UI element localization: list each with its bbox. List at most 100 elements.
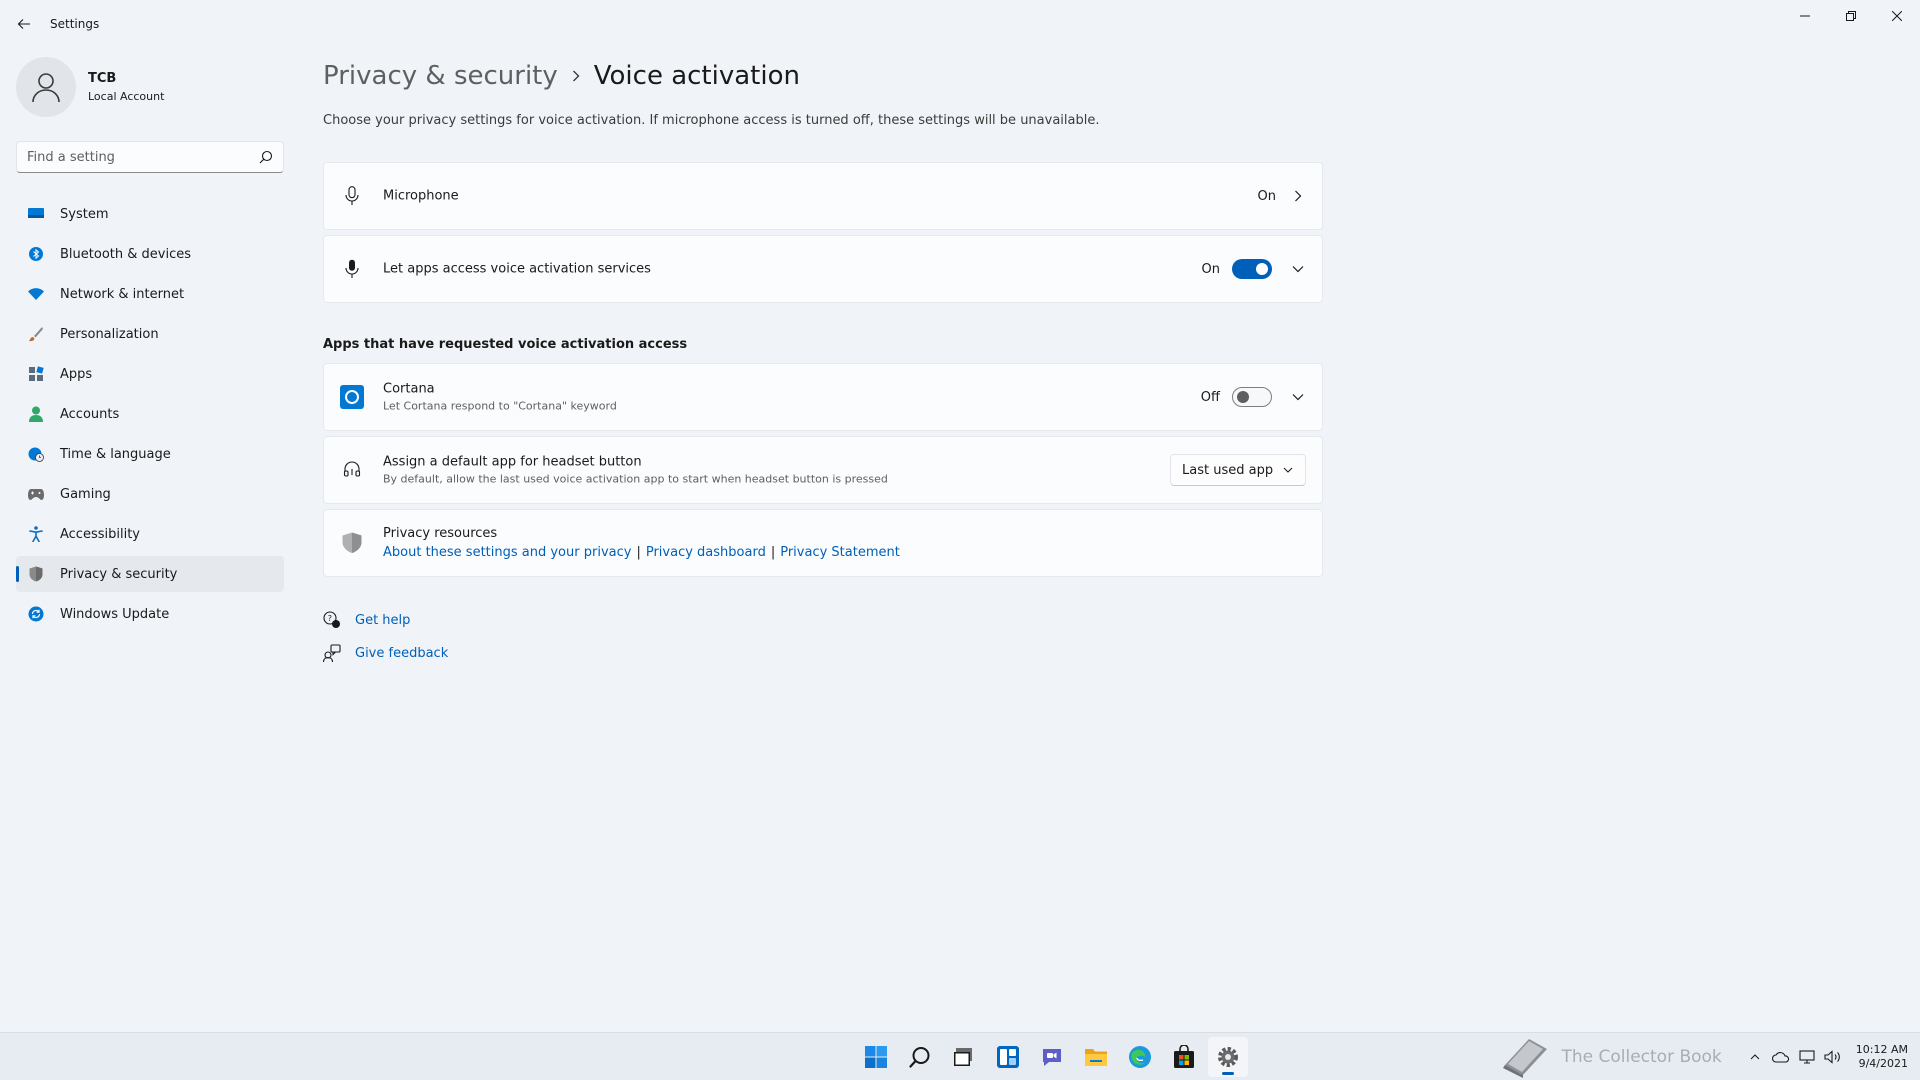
microphone-text: Microphone (383, 189, 459, 204)
globe-clock-icon (28, 446, 44, 462)
sidebar-item-network[interactable]: Network & internet (16, 276, 284, 312)
privacy-resources-text: Privacy resources About these settings a… (383, 526, 900, 560)
system-tray: The Collector Book 10:12 AM 9/4/2021 (1499, 1033, 1908, 1080)
sidebar-item-label: Accessibility (60, 526, 140, 542)
profile-name: TCB (88, 71, 117, 86)
sidebar-item-time-language[interactable]: Time & language (16, 436, 284, 472)
sidebar-item-gaming[interactable]: Gaming (16, 476, 284, 512)
system-icon (28, 206, 44, 222)
chevron-up-icon[interactable] (1746, 1048, 1764, 1066)
headset-app-dropdown[interactable]: Last used app (1170, 454, 1306, 486)
headset-subtitle: By default, allow the last used voice ac… (383, 472, 888, 486)
chevron-down-icon[interactable] (1288, 387, 1308, 407)
settings-button[interactable] (1208, 1037, 1248, 1077)
sidebar-item-personalization[interactable]: Personalization (16, 316, 284, 352)
help-chat-icon: ? (323, 611, 341, 629)
widgets-button[interactable] (988, 1037, 1028, 1077)
volume-icon[interactable] (1824, 1048, 1842, 1066)
privacy-links: About these settings and your privacy | … (383, 545, 900, 560)
back-button[interactable] (12, 12, 36, 36)
accessibility-icon (28, 526, 44, 542)
user-profile[interactable]: TCB Local Account (16, 56, 164, 118)
about-settings-link[interactable]: About these settings and your privacy (383, 545, 631, 560)
cortana-toggle[interactable] (1232, 387, 1272, 407)
privacy-dashboard-link[interactable]: Privacy dashboard (646, 545, 766, 560)
give-feedback-link[interactable]: Give feedback (323, 644, 448, 662)
restore-button[interactable] (1828, 0, 1874, 32)
task-view-button[interactable] (944, 1037, 984, 1077)
store-button[interactable] (1164, 1037, 1204, 1077)
headset-text: Assign a default app for headset button … (383, 455, 888, 486)
chevron-right-icon[interactable] (1288, 186, 1308, 206)
close-button[interactable] (1874, 0, 1920, 32)
microphone-title: Microphone (383, 188, 459, 204)
update-icon (28, 606, 44, 622)
network-icon[interactable] (1798, 1048, 1816, 1066)
link-separator: | (770, 545, 776, 560)
page-description: Choose your privacy settings for voice a… (323, 113, 1100, 128)
search-icon[interactable] (259, 150, 273, 164)
cortana-controls: Off (1201, 387, 1308, 407)
minimize-icon (1800, 15, 1810, 17)
microphone-state: On (1257, 188, 1276, 204)
voice-activation-microphone-icon (342, 259, 362, 279)
feedback-icon (323, 644, 341, 662)
voice-activation-state: On (1201, 261, 1220, 277)
edge-icon (1129, 1046, 1151, 1068)
widgets-icon (997, 1046, 1019, 1068)
link-separator: | (636, 545, 641, 560)
microphone-right: On (1258, 186, 1308, 206)
file-explorer-button[interactable] (1076, 1037, 1116, 1077)
voice-activation-toggle[interactable] (1232, 259, 1272, 279)
sidebar-item-privacy-security[interactable]: Privacy & security (16, 556, 284, 592)
start-button[interactable] (856, 1037, 896, 1077)
privacy-statement-link[interactable]: Privacy Statement (780, 545, 900, 560)
sidebar-item-label: Bluetooth & devices (60, 246, 191, 262)
chevron-down-icon (1283, 467, 1293, 473)
chat-button[interactable] (1032, 1037, 1072, 1077)
cortana-state: Off (1200, 389, 1220, 405)
sidebar-item-apps[interactable]: Apps (16, 356, 284, 392)
get-help-link[interactable]: ? Get help (323, 611, 410, 629)
sidebar-item-windows-update[interactable]: Windows Update (16, 596, 284, 632)
sidebar-item-system[interactable]: System (16, 196, 284, 232)
cortana-ring (345, 390, 359, 404)
apps-icon (28, 366, 44, 382)
dropdown-selected-value: Last used app (1182, 462, 1274, 478)
onedrive-icon[interactable] (1771, 1048, 1790, 1066)
restore-icon (1846, 11, 1856, 21)
clock[interactable]: 10:12 AM 9/4/2021 (1856, 1043, 1908, 1071)
task-view-icon (954, 1048, 972, 1066)
microphone-icon (342, 186, 362, 206)
edge-button[interactable] (1120, 1037, 1160, 1077)
cortana-icon (340, 385, 364, 409)
breadcrumb-parent-link[interactable]: Privacy & security (323, 61, 558, 91)
clock-time: 10:12 AM (1855, 1043, 1908, 1056)
file-explorer-icon (1085, 1049, 1107, 1066)
profile-account-type: Local Account (88, 90, 165, 103)
cortana-logo (340, 385, 364, 409)
search-input[interactable] (27, 142, 247, 172)
voice-activation-access-card[interactable]: Let apps access voice activation service… (323, 235, 1323, 303)
shield-icon (28, 566, 44, 582)
taskbar-search-button[interactable] (900, 1037, 940, 1077)
sidebar-item-label: Time & language (60, 446, 171, 462)
settings-icon (1218, 1047, 1238, 1067)
minimize-button[interactable] (1782, 0, 1828, 32)
sidebar-item-label: Apps (60, 366, 93, 382)
sidebar-item-bluetooth[interactable]: Bluetooth & devices (16, 236, 284, 272)
headset-icon (342, 460, 362, 480)
cortana-card[interactable]: Cortana Let Cortana respond to "Cortana"… (323, 363, 1323, 431)
chevron-down-icon[interactable] (1288, 259, 1308, 279)
close-icon (1892, 11, 1902, 21)
settings-window: Settings TCB Local Account Find a settin… (0, 0, 1920, 1032)
app-title: Settings (50, 17, 100, 31)
sidebar-item-accessibility[interactable]: Accessibility (16, 516, 284, 552)
headset-button-card: Assign a default app for headset button … (323, 436, 1323, 504)
shield-icon (342, 532, 362, 553)
voice-activation-controls: On (1202, 259, 1308, 279)
taskbar-apps (856, 1037, 1252, 1077)
microphone-card[interactable]: Microphone On (323, 162, 1323, 230)
sidebar-item-accounts[interactable]: Accounts (16, 396, 284, 432)
sidebar-item-label: Network & internet (60, 286, 185, 302)
